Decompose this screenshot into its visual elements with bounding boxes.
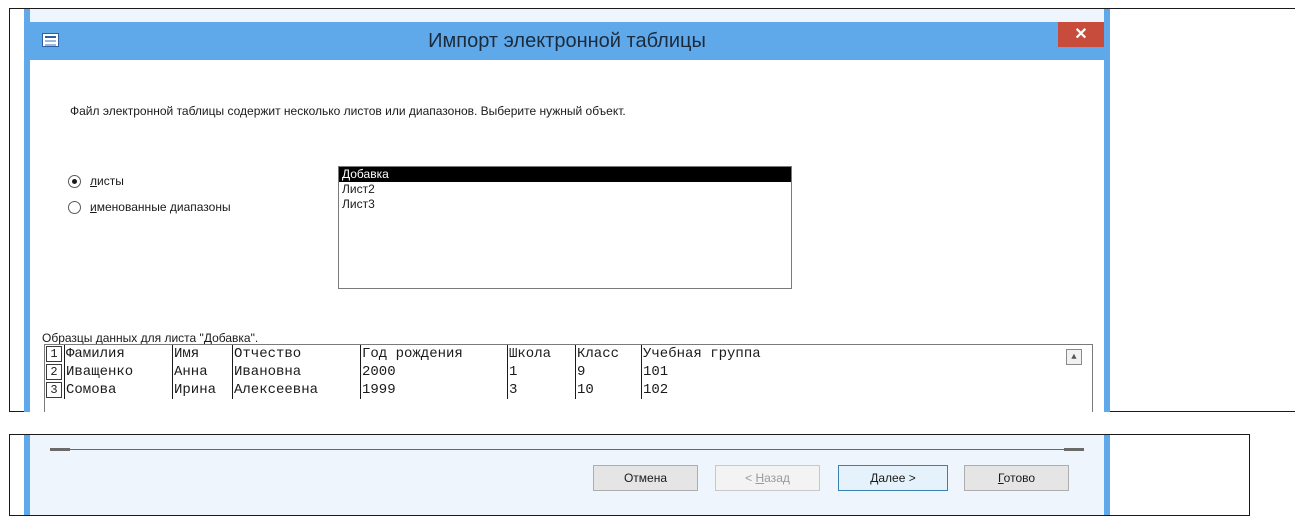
finish-button-label: Готово — [997, 471, 1036, 485]
table-cell: Отчество — [232, 345, 360, 363]
table-cell: 3 — [507, 381, 575, 399]
sheet-list[interactable]: Добавка Лист2 Лист3 — [338, 166, 792, 289]
sample-data-label: Образцы данных для листа "Добавка". — [42, 331, 259, 345]
named-ranges-option[interactable]: именованные диапазоны — [68, 200, 231, 214]
table-cell: Школа — [507, 345, 575, 363]
sheets-option[interactable]: листы — [68, 174, 124, 188]
row-number: 1 — [46, 346, 62, 362]
table-cell: Год рождения — [360, 345, 507, 363]
table-cell: Имя — [172, 345, 232, 363]
named-ranges-radio[interactable] — [68, 200, 81, 214]
table-cell: 102 — [641, 381, 821, 399]
cancel-button[interactable]: Отмена — [593, 465, 698, 491]
screenshot-top-fragment: Импорт электронной таблицы ✕ Файл электр… — [9, 8, 1295, 412]
table-cell: 10 — [575, 381, 641, 399]
table-cell: Алексеевна — [232, 381, 360, 399]
sheet-list-item[interactable]: Добавка — [339, 167, 791, 182]
sheet-list-item[interactable]: Лист3 — [339, 197, 791, 212]
named-ranges-radio-label: именованные диапазоны — [90, 200, 231, 214]
close-button[interactable]: ✕ — [1058, 22, 1104, 47]
table-cell: Учебная группа — [641, 345, 821, 363]
title-bar: Импорт электронной таблицы ✕ — [30, 22, 1104, 60]
sheet-list-item[interactable]: Лист2 — [339, 182, 791, 197]
sheets-radio-label: листы — [90, 174, 124, 188]
table-cell: 1999 — [360, 381, 507, 399]
scroll-up-button[interactable]: ▲ — [1066, 349, 1082, 365]
next-button-label: Далее > — [870, 471, 916, 485]
table-cell: Ирина — [172, 381, 232, 399]
finish-button[interactable]: Готово — [964, 465, 1069, 491]
row-number: 3 — [46, 382, 62, 398]
next-button[interactable]: Далее > — [838, 465, 948, 491]
back-button[interactable]: < Назад — [715, 465, 820, 491]
dialog-title: Импорт электронной таблицы — [428, 30, 706, 52]
separator-line — [50, 449, 1084, 450]
import-dialog-window: Импорт электронной таблицы ✕ Файл электр… — [24, 9, 1110, 412]
sample-data-grid[interactable]: 1 Фамилия Имя Отчество Год рождения Школа Клас… — [44, 344, 1093, 412]
row-number: 2 — [46, 364, 62, 380]
table-cell: 1 — [507, 363, 575, 381]
separator-cap-left — [50, 448, 70, 451]
sheets-radio[interactable] — [68, 174, 81, 188]
table-cell: 9 — [575, 363, 641, 381]
separator-cap-right — [1064, 448, 1084, 451]
table-cell: 101 — [641, 363, 821, 381]
table-row: 1 Фамилия Имя Отчество Год рождения Школа Клас… — [45, 345, 1092, 363]
dialog-button-bar: Отмена < Назад Далее > Готово — [24, 435, 1110, 515]
table-cell: 2000 — [360, 363, 507, 381]
table-row: 3 Сомова Ирина Алексеевна 1999 3 10 102 — [45, 381, 1092, 399]
table-cell: Класс — [575, 345, 641, 363]
screenshot-bottom-fragment: Отмена < Назад Далее > Готово — [9, 434, 1250, 516]
table-cell: Анна — [172, 363, 232, 381]
table-cell: Фамилия — [64, 345, 172, 363]
scroll-up-arrow-icon: ▲ — [1071, 352, 1077, 362]
table-cell: Сомова — [64, 381, 172, 399]
dialog-content: Файл электронной таблицы содержит нескол… — [30, 60, 1104, 412]
dialog-prompt: Файл электронной таблицы содержит нескол… — [70, 104, 626, 118]
close-icon: ✕ — [1074, 26, 1088, 43]
table-row: 2 Иващенко Анна Ивановна 2000 1 9 101 — [45, 363, 1092, 381]
back-button-label: < Назад — [745, 471, 790, 485]
table-cell: Иващенко — [64, 363, 172, 381]
table-cell: Ивановна — [232, 363, 360, 381]
